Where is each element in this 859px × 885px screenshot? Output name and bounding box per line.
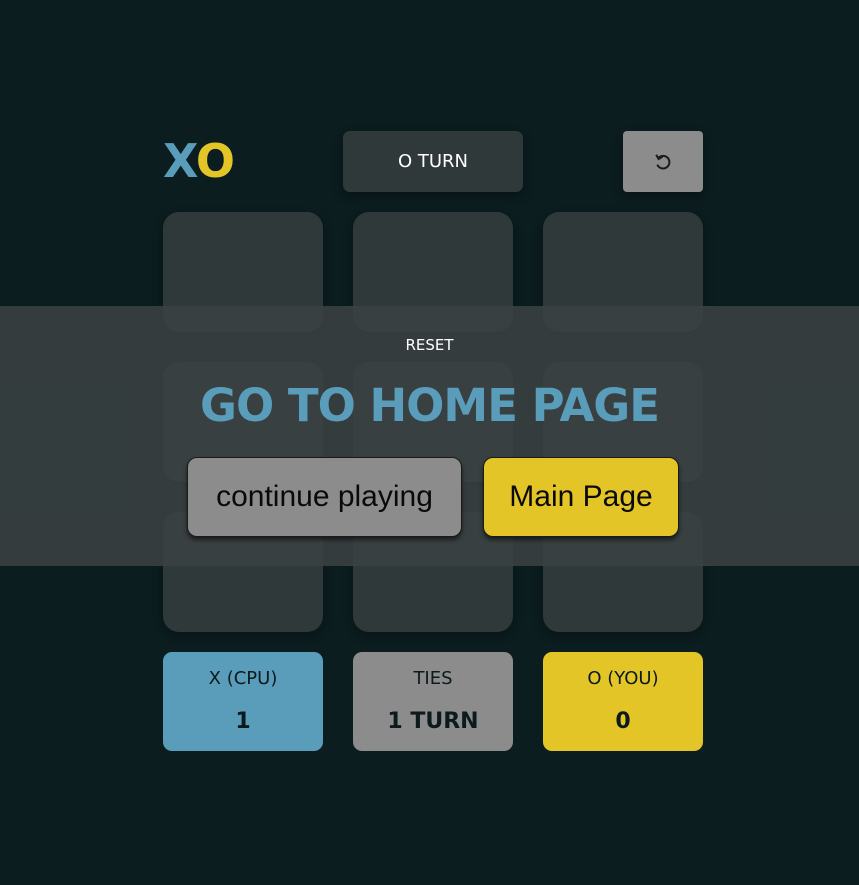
- restart-button[interactable]: [623, 131, 703, 192]
- score-o-you: O (YOU) 0: [543, 652, 703, 751]
- reset-modal: RESET GO TO HOME PAGE continue playing M…: [0, 306, 859, 566]
- score-x-value: 1: [235, 709, 251, 734]
- score-x-label: X (CPU): [208, 668, 278, 689]
- restart-icon: [653, 152, 673, 172]
- turn-indicator: O TURN: [343, 131, 523, 192]
- modal-title: GO TO HOME PAGE: [200, 379, 660, 432]
- continue-playing-button[interactable]: continue playing: [187, 457, 462, 537]
- modal-subtitle: RESET: [405, 336, 454, 354]
- main-page-button[interactable]: Main Page: [483, 457, 679, 537]
- score-o-value: 0: [615, 709, 631, 734]
- score-ties-value: 1 TURN: [387, 709, 479, 734]
- logo-o: O: [195, 134, 235, 188]
- turn-label: O TURN: [397, 151, 469, 172]
- logo-x: X: [163, 134, 197, 188]
- score-ties: TIES 1 TURN: [353, 652, 513, 751]
- game-logo: XO: [163, 133, 235, 189]
- score-ties-label: TIES: [413, 668, 453, 689]
- score-x-cpu: X (CPU) 1: [163, 652, 323, 751]
- score-o-label: O (YOU): [587, 668, 659, 689]
